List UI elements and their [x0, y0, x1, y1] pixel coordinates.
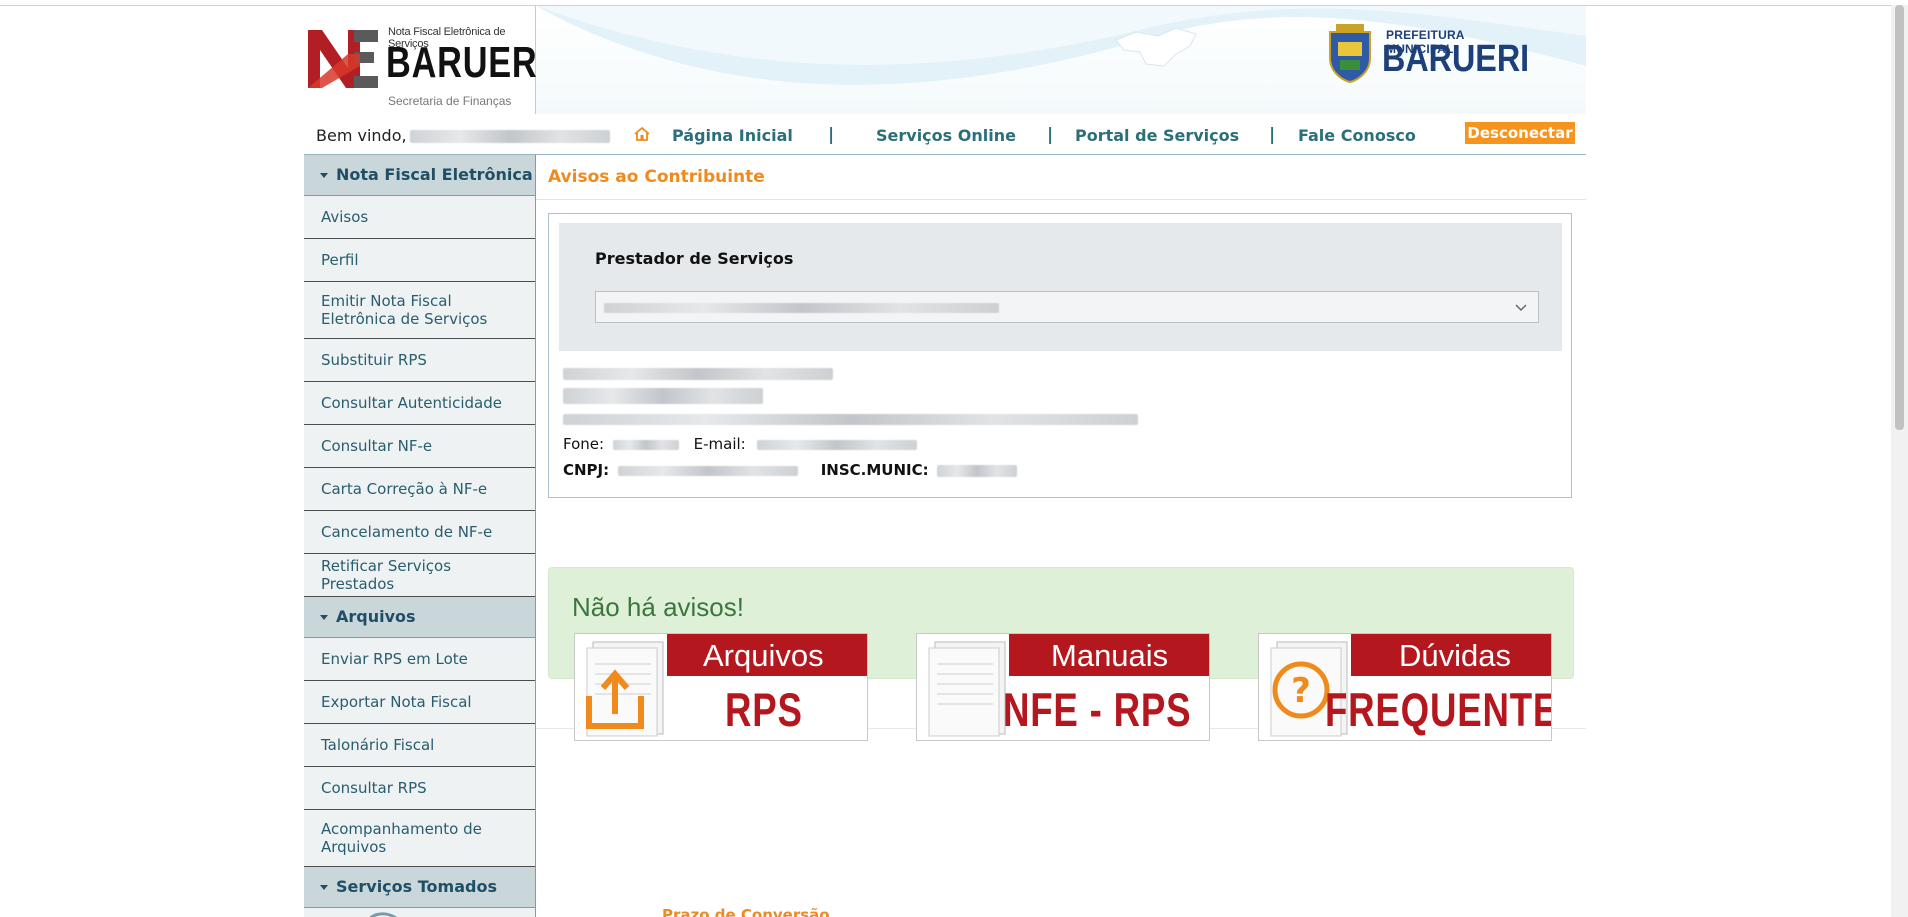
- sidebar-item-cancelamento[interactable]: Cancelamento de NF-e: [304, 511, 535, 554]
- header-banner: PREFEITURA MUNICIPAL BARUERI: [536, 6, 1586, 114]
- tile-title: Arquivos: [703, 638, 824, 673]
- nav-separator: |: [1269, 125, 1276, 145]
- sidebar-item-acompanhamento[interactable]: Acompanhamento de Arquivos: [304, 810, 535, 867]
- disconnect-button[interactable]: Desconectar: [1465, 122, 1575, 144]
- refresh-arrow-icon: [369, 912, 397, 917]
- sidebar-item-avisos[interactable]: Avisos: [304, 196, 535, 239]
- sidebar-item-emitir-nota[interactable]: Emitir Nota Fiscal Eletrônica de Serviço…: [304, 282, 535, 339]
- insc-munic-label: INSC.MUNIC:: [820, 461, 929, 479]
- email-value-redacted: [756, 439, 917, 450]
- nav-separator: |: [828, 125, 835, 145]
- logo-big-text: BARUERI: [386, 38, 548, 87]
- duvidas-frequentes-tile[interactable]: ? Dúvidas FREQUENTES: [1258, 633, 1552, 741]
- manuais-nfe-rps-tile[interactable]: Manuais NFE - RPS: [916, 633, 1210, 741]
- tile-subtitle: NFE - RPS: [1003, 683, 1192, 736]
- sidebar-item-perfil[interactable]: Perfil: [304, 239, 535, 282]
- sidebar-item-retificar[interactable]: Retificar Serviços Prestados: [304, 554, 535, 597]
- insc-munic-value-redacted: [937, 464, 1018, 477]
- contribuinte-info-box: Prestador de Serviços Fone: E-mail: CNPJ…: [548, 213, 1572, 498]
- email-label: E-mail:: [693, 435, 746, 453]
- caret-down-icon: [320, 173, 328, 178]
- prestador-select[interactable]: [595, 291, 1539, 323]
- prazo-conversao-link[interactable]: Prazo de Conversão: [662, 906, 830, 917]
- barueri-crest-icon: [1329, 24, 1371, 84]
- upload-document-icon: [586, 641, 664, 737]
- caret-down-icon: [320, 885, 328, 890]
- chevron-down-icon: [1515, 304, 1527, 312]
- nfe-barueri-logo[interactable]: Nota Fiscal Eletrônica de Serviços BARUE…: [304, 6, 547, 114]
- sidebar-section-label: Serviços Tomados: [336, 877, 497, 896]
- sidebar-item-consultar-rps[interactable]: Consultar RPS: [304, 767, 535, 810]
- sidebar-item-substituir-rps[interactable]: Substituir RPS: [304, 339, 535, 382]
- nav-portal-de-servicos[interactable]: Portal de Serviços: [1075, 126, 1239, 145]
- logo-sub-text: Secretaria de Finanças: [388, 94, 512, 108]
- title-divider: [536, 199, 1586, 200]
- tile-title: Manuais: [1051, 638, 1169, 673]
- tile-subtitle: FREQUENTES: [1325, 683, 1551, 736]
- site-header: Nota Fiscal Eletrônica de Serviços BARUE…: [304, 6, 1586, 115]
- home-icon[interactable]: [634, 126, 650, 142]
- arquivos-rps-tile[interactable]: Arquivos RPS: [574, 633, 868, 741]
- sidebar-section-servicos-tomados[interactable]: Serviços Tomados: [304, 867, 535, 908]
- prestador-label: Prestador de Serviços: [595, 249, 794, 268]
- page-container: Nota Fiscal Eletrônica de Serviços BARUE…: [304, 6, 1586, 917]
- page-title: Avisos ao Contribuinte: [548, 167, 765, 187]
- cnpj-label: CNPJ:: [563, 461, 610, 479]
- nav-servicos-online[interactable]: Serviços Online: [876, 126, 1016, 145]
- document-line: CNPJ: INSC.MUNIC:: [563, 461, 1018, 479]
- company-address-redacted: [563, 414, 1138, 425]
- sidebar-item-exportar-nota[interactable]: Exportar Nota Fiscal: [304, 681, 535, 724]
- user-name-redacted: [410, 130, 610, 143]
- nfe-logo-icon: [308, 30, 378, 88]
- svg-text:?: ?: [1291, 671, 1311, 711]
- sidebar-item-enviar-rps[interactable]: Enviar RPS em Lote: [304, 638, 535, 681]
- prestador-select-value-redacted: [604, 303, 999, 313]
- alert-text: Não há avisos!: [572, 592, 744, 622]
- contact-line: Fone: E-mail:: [563, 435, 917, 453]
- top-navigation: Bem vindo, Página Inicial | Serviços Onl…: [304, 114, 1586, 155]
- sidebar-menu: Nota Fiscal Eletrônica Avisos Perfil Emi…: [304, 155, 536, 917]
- prefeitura-big-text: BARUERI: [1382, 38, 1530, 80]
- vertical-scrollbar[interactable]: [1891, 5, 1908, 917]
- sidebar-section-nota-fiscal[interactable]: Nota Fiscal Eletrônica: [304, 155, 535, 196]
- sidebar-section-label: Nota Fiscal Eletrônica: [336, 165, 533, 184]
- company-name-redacted: [563, 368, 833, 380]
- sidebar-item-consultar-nfe[interactable]: Consultar NF-e: [304, 425, 535, 468]
- welcome-label: Bem vindo,: [316, 126, 407, 145]
- tile-title: Dúvidas: [1399, 638, 1511, 673]
- tile-subtitle: RPS: [725, 683, 803, 736]
- nav-fale-conosco[interactable]: Fale Conosco: [1298, 126, 1416, 145]
- main-content: Avisos ao Contribuinte Prestador de Serv…: [536, 155, 1586, 917]
- prefeitura-logo[interactable]: PREFEITURA MUNICIPAL BARUERI: [1326, 22, 1530, 92]
- sidebar-item-talonario[interactable]: Talonário Fiscal: [304, 724, 535, 767]
- company-trade-name-redacted: [563, 388, 763, 404]
- nav-separator: |: [1047, 125, 1054, 145]
- sidebar-section-arquivos[interactable]: Arquivos: [304, 597, 535, 638]
- sidebar-section-label: Arquivos: [336, 607, 416, 626]
- prestador-panel: Prestador de Serviços: [559, 223, 1562, 351]
- fone-value-redacted: [612, 439, 679, 450]
- nav-pagina-inicial[interactable]: Página Inicial: [672, 126, 793, 145]
- cnpj-value-redacted: [617, 465, 798, 476]
- caret-down-icon: [320, 615, 328, 620]
- scrollbar-thumb[interactable]: [1895, 5, 1904, 430]
- fone-label: Fone:: [563, 435, 605, 453]
- sidebar-item-consultar-autenticidade[interactable]: Consultar Autenticidade: [304, 382, 535, 425]
- sidebar-item-carta-correcao[interactable]: Carta Correção à NF-e: [304, 468, 535, 511]
